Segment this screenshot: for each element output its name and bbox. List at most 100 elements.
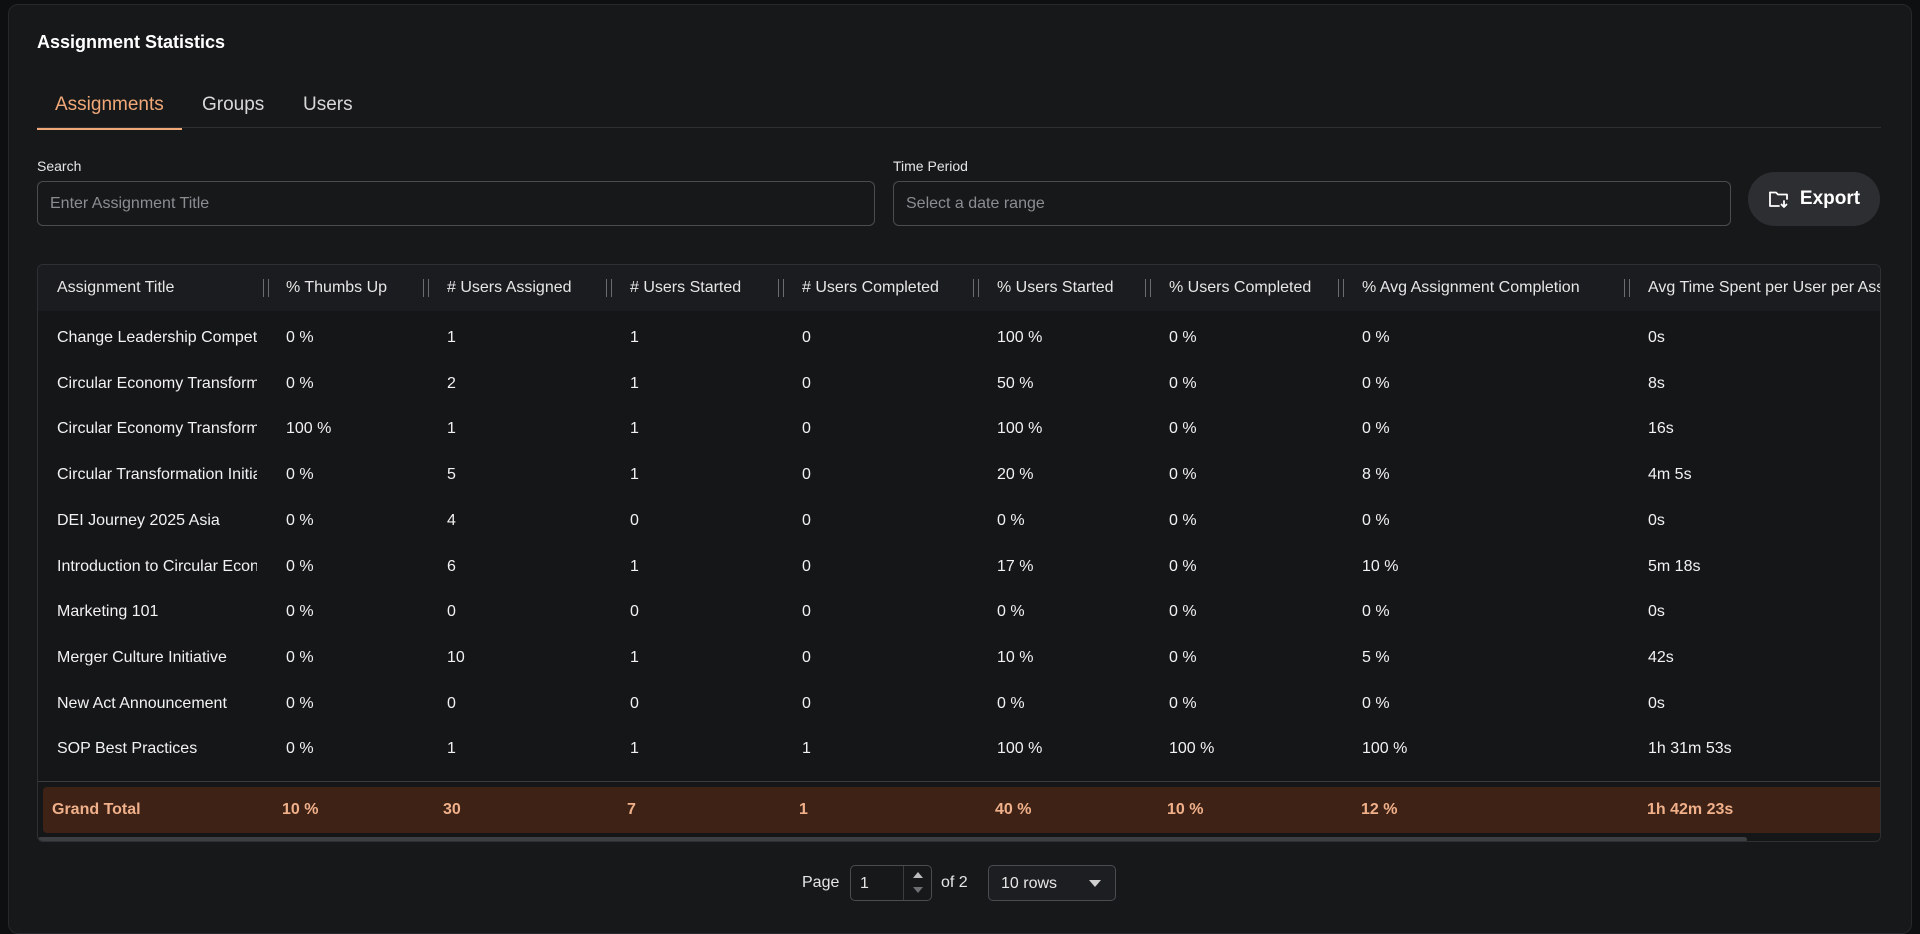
column-resize-handle[interactable] (1338, 279, 1344, 297)
column-header-pct-users-completed[interactable]: % Users Completed (1169, 265, 1349, 311)
column-resize-handle[interactable] (263, 279, 269, 297)
column-resize-handle[interactable] (973, 279, 979, 297)
column-header-avg-time-spent[interactable]: Avg Time Spent per User per Assignment (1648, 265, 1880, 311)
cell-users-completed: 0 (802, 648, 811, 666)
cell-avg-completion: 0 % (1362, 374, 1390, 392)
cell-assignment-title: Circular Transformation Initiative (57, 466, 257, 484)
grand-total-row: Grand Total 10 % 30 7 1 40 % 10 % 12 % 1… (43, 787, 1880, 833)
tab-users[interactable]: Users (285, 94, 371, 128)
cell-avg-time-spent: 8s (1648, 374, 1665, 392)
cell-avg-completion: 0 % (1362, 420, 1390, 438)
cell-avg-completion: 8 % (1362, 466, 1390, 484)
column-resize-handle[interactable] (606, 279, 612, 297)
total-users-assigned: 30 (443, 801, 461, 818)
table-row[interactable]: Merger Culture Initiative 0 % 10 1 0 10 % 0 % 5… (38, 635, 1880, 681)
cell-pct-users-started: 100 % (997, 740, 1043, 758)
total-label: Grand Total (52, 801, 141, 818)
assignments-table: Assignment Title % Thumbs Up # Users Ass… (37, 264, 1881, 842)
column-resize-handle[interactable] (1145, 279, 1151, 297)
column-resize-handle[interactable] (1624, 279, 1630, 297)
cell-pct-users-started: 0 % (997, 511, 1025, 529)
cell-pct-users-completed: 0 % (1169, 648, 1197, 666)
cell-users-completed: 1 (802, 740, 811, 758)
cell-avg-time-spent: 1h 31m 53s (1648, 740, 1732, 758)
cell-users-completed: 0 (802, 466, 811, 484)
cell-thumbs-up: 0 % (286, 374, 314, 392)
table-row[interactable]: Circular Economy Transformation 0 % 2 1 0 50 … (38, 361, 1880, 407)
cell-avg-time-spent: 0s (1648, 329, 1665, 346)
cell-pct-users-completed: 0 % (1169, 694, 1197, 712)
cell-users-assigned: 0 (447, 603, 456, 621)
table-row[interactable]: Change Leadership Competencies 0 % 1 1 0 100 … (38, 315, 1880, 361)
table-row[interactable]: Marketing 101 0 % 0 0 0 0 % 0 % 0 % 0s (38, 589, 1880, 635)
tab-assignments[interactable]: Assignments (37, 94, 182, 130)
cell-thumbs-up: 0 % (286, 740, 314, 758)
column-header-thumbs-up[interactable]: % Thumbs Up (286, 265, 416, 311)
cell-users-started: 1 (630, 466, 639, 484)
cell-pct-users-started: 100 % (997, 329, 1043, 346)
page-number-input[interactable]: 1 (850, 865, 932, 901)
column-header-users-completed[interactable]: # Users Completed (802, 265, 992, 311)
cell-thumbs-up: 0 % (286, 511, 314, 529)
page-number-value: 1 (860, 875, 869, 892)
table-row[interactable]: Introduction to Circular Economy 0 % 6 1 0 17… (38, 544, 1880, 590)
cell-avg-time-spent: 16s (1648, 420, 1674, 438)
total-avg-time-spent: 1h 42m 23s (1647, 801, 1734, 818)
total-users-started: 7 (627, 801, 636, 818)
cell-pct-users-started: 50 % (997, 374, 1034, 392)
column-resize-handle[interactable] (423, 279, 429, 297)
caret-down-icon (1089, 880, 1101, 887)
cell-avg-time-spent: 4m 5s (1648, 466, 1692, 484)
column-header-pct-users-started[interactable]: % Users Started (997, 265, 1147, 311)
folder-export-icon (1769, 191, 1788, 208)
cell-users-completed: 0 (802, 694, 811, 712)
column-header-assignment-title[interactable]: Assignment Title (57, 265, 257, 311)
cell-users-assigned: 1 (447, 329, 456, 346)
export-button[interactable]: Export (1748, 172, 1880, 226)
cell-avg-completion: 0 % (1362, 603, 1390, 621)
total-divider (38, 781, 1880, 782)
table-row[interactable]: DEI Journey 2025 Asia 0 % 4 0 0 0 % 0 % 0 % 0s (38, 498, 1880, 544)
cell-avg-completion: 5 % (1362, 648, 1390, 666)
column-header-avg-completion[interactable]: % Avg Assignment Completion (1362, 265, 1622, 311)
cell-pct-users-started: 10 % (997, 648, 1034, 666)
cell-avg-completion: 0 % (1362, 694, 1390, 712)
total-pct-users-started: 40 % (995, 801, 1032, 818)
column-header-users-started[interactable]: # Users Started (630, 265, 780, 311)
cell-assignment-title: Merger Culture Initiative (57, 648, 227, 666)
cell-thumbs-up: 0 % (286, 648, 314, 666)
cell-avg-completion: 10 % (1362, 557, 1399, 575)
chevron-up-icon[interactable] (913, 872, 923, 878)
column-header-users-assigned[interactable]: # Users Assigned (447, 265, 617, 311)
cell-users-completed: 0 (802, 374, 811, 392)
table-row[interactable]: Circular Transformation Initiative 0 % 5 1 0… (38, 452, 1880, 498)
cell-users-completed: 0 (802, 329, 811, 346)
column-resize-handle[interactable] (778, 279, 784, 297)
cell-pct-users-started: 100 % (997, 420, 1043, 438)
cell-users-completed: 0 (802, 511, 811, 529)
table-row[interactable]: SOP Best Practices 0 % 1 1 1 100 % 100 % 100 % 1… (38, 726, 1880, 772)
tab-bar: Assignments Groups Users (37, 88, 1881, 130)
rows-per-page-select[interactable]: 10 rows (988, 865, 1116, 901)
cell-thumbs-up: 0 % (286, 603, 314, 621)
horizontal-scrollbar[interactable] (38, 837, 1747, 841)
date-range-input[interactable] (893, 181, 1731, 226)
cell-users-assigned: 10 (447, 648, 465, 666)
total-avg-completion: 12 % (1361, 801, 1398, 818)
cell-users-started: 0 (630, 694, 639, 712)
cell-thumbs-up: 0 % (286, 557, 314, 575)
tab-groups[interactable]: Groups (184, 94, 282, 128)
cell-users-completed: 0 (802, 557, 811, 575)
cell-users-started: 0 (630, 603, 639, 621)
table-row[interactable]: Circular Economy Transformation 100 % 1 1 0 1… (38, 406, 1880, 452)
page-stepper[interactable] (903, 866, 931, 900)
chevron-down-icon[interactable] (913, 887, 923, 893)
page-count-label: of 2 (941, 874, 968, 891)
cell-assignment-title: DEI Journey 2025 Asia (57, 511, 220, 529)
cell-users-completed: 0 (802, 603, 811, 621)
cell-pct-users-completed: 0 % (1169, 374, 1197, 392)
table-row[interactable]: New Act Announcement 0 % 0 0 0 0 % 0 % 0 % 0s (38, 681, 1880, 727)
cell-users-started: 1 (630, 420, 639, 438)
cell-avg-completion: 100 % (1362, 740, 1408, 758)
search-input[interactable] (37, 181, 875, 226)
